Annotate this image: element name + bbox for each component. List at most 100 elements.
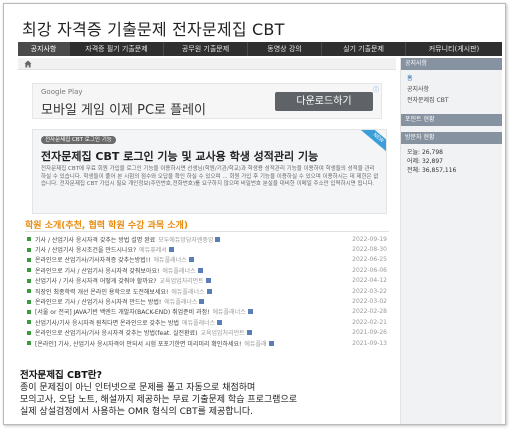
visitor-stats: 오늘: 26,798 어제: 32,897 전체: 36,857,116	[401, 144, 502, 175]
list-item[interactable]: 온라인으로 산업기사/기사자격증 갖추는방법!! 에듀플래너스 2022-06-…	[25, 255, 387, 265]
attachment-icon	[268, 340, 274, 346]
list-item[interactable]: 온라인으로 기사 / 산업기사 응시자격 갖춰보아요! 에듀플래너스 2022-…	[25, 265, 387, 275]
post-list: 기사 / 산업기사 응시자격 갖추는 방법 설명 완료 모두에듀앙당자엔중앙 2…	[25, 234, 387, 348]
post-author: 에듀플래너스	[162, 267, 196, 275]
post-title[interactable]: 산업기사/기사 응시자격 원칙다면 온라인으로 갖추는 방법	[35, 318, 179, 327]
intro-line: 모의고사, 오답 노트, 해설까지 제공하는 무료 기출문제 학습 프로그램으로	[20, 395, 298, 405]
bullet-icon	[27, 257, 31, 262]
sidebar-visitor-header: 방문자 현황	[401, 132, 502, 144]
post-date: 2022-08-30	[352, 246, 387, 254]
ad-brand: Google Play	[41, 88, 83, 96]
sidebar-item-cbt[interactable]: 전자문제집 CBT	[407, 95, 502, 106]
ad-download-button[interactable]: 다운로드하기	[275, 92, 373, 111]
stat-total: 전체: 36,857,116	[407, 167, 457, 174]
post-date: 2022-06-25	[352, 256, 387, 264]
nav-item-video-lecture[interactable]: 동영상 강의	[248, 42, 322, 56]
ad-text[interactable]: 모바일 게임 이제 PC로 플레이	[41, 99, 206, 118]
post-title[interactable]: 온라인으로 기사 / 산업기사 응시자격 갖춰보아요!	[35, 266, 159, 275]
attachment-icon	[215, 236, 221, 242]
intro-line: 실제 상설검정에서 사용하는 OMR 형식의 CBT를 제공합니다.	[20, 407, 253, 417]
list-item[interactable]: 온라인으로 기사 / 산업기사 응시자격 만드는 방법! 에듀플래너스 2022…	[25, 296, 387, 306]
list-item[interactable]: [서울 or 전국] JAVA기반 백엔드 개발자(BACK-END) 취업준비…	[25, 307, 387, 317]
list-item[interactable]: 산업기사 / 기사 응시자격 어떻게 갖춰야 할까요? 교육업업처리먼트 202…	[25, 276, 387, 286]
promo-title[interactable]: 전자문제집 CBT 로그인 기능 및 교사용 학생 성적관리 기능	[41, 148, 318, 164]
list-item[interactable]: 직장인 최종학력 개선 온라인 용학으로 도전해보세요! 에듀플래너스 2022…	[25, 286, 387, 296]
nav-item-written-exam[interactable]: 자격증 필기 기출문제	[70, 42, 164, 56]
post-title[interactable]: 기사 / 산업기사 응시조건을 만드시나요?	[35, 245, 136, 254]
attachment-icon	[247, 309, 253, 315]
nav-item-civil-service[interactable]: 공무원 기출문제	[164, 42, 248, 56]
bullet-icon	[27, 309, 31, 314]
list-item[interactable]: 산업기사/기사 응시자격 원칙다면 온라인으로 갖추는 방법 에듀플래너스 20…	[25, 317, 387, 327]
browser-frame: 최강 자격증 기출문제 전자문제집 CBT 공지사항 자격증 필기 기출문제 공…	[3, 3, 506, 425]
post-author: 교육업업처리먼트	[200, 330, 245, 338]
nav-item-community[interactable]: 커뮤니티(게시판)	[406, 42, 502, 56]
list-item[interactable]: 기사 / 산업기사 응시자격 갖추는 방법 설명 완료 모두에듀앙당자엔중앙 2…	[25, 234, 387, 244]
bullet-icon	[27, 237, 31, 242]
ad-banner[interactable]: Google Play 모바일 게임 이제 PC로 플레이 다운로드하기 ⓘ	[32, 83, 382, 119]
intro-section: 전자문제집 CBT란? 종이 문제집이 아닌 인터넷으로 문제를 풀고 자동으로…	[20, 370, 398, 418]
sidebar-point-header: 포인트 현황	[401, 114, 502, 126]
post-author: 에듀퓨레서	[139, 247, 167, 255]
list-item[interactable]: 온라인으로 산업기사/기사 응시자격 갖추는 방법(feat. 실전환료) 교육…	[25, 328, 387, 338]
promo-tag: 전자문제집 CBT 로그인 기능	[41, 136, 116, 144]
post-title[interactable]: 온라인으로 산업기사/기사자격증 갖추는방법!!	[35, 255, 151, 264]
post-author: 에듀플래너스	[171, 288, 205, 296]
post-title[interactable]: 직장인 최종학력 개선 온라인 용학으로 도전해보세요!	[35, 287, 168, 296]
bullet-icon	[27, 320, 31, 325]
breadcrumb	[18, 58, 396, 70]
bullet-icon	[27, 268, 31, 273]
post-date: 2022-04-12	[352, 277, 387, 285]
bullet-icon	[27, 341, 31, 346]
post-author: 에듀플래	[244, 340, 267, 348]
post-title[interactable]: 온라인으로 기사 / 산업기사 응시자격 만드는 방법!	[35, 297, 161, 306]
bullet-icon	[27, 278, 31, 283]
post-title[interactable]: [서울 or 전국] JAVA기반 백엔드 개발자(BACK-END) 취업준비…	[35, 307, 210, 316]
attachment-icon	[246, 330, 252, 336]
stat-today: 오늘: 26,798	[407, 149, 443, 156]
nav-item-practical-exam[interactable]: 실기 기출문제	[322, 42, 406, 56]
info-icon[interactable]: ⓘ	[373, 85, 379, 94]
promo-card[interactable]: 전자문제집 CBT 로그인 기능 NEW 전자문제집 CBT 로그인 기능 및 …	[32, 129, 387, 214]
sidebar-links: 홈 공지사항 전자문제집 CBT	[401, 70, 502, 108]
stat-yesterday: 어제: 32,897	[407, 158, 443, 165]
post-date: 2022-03-22	[352, 287, 387, 295]
attachment-icon	[206, 288, 212, 294]
attachment-icon	[188, 257, 194, 263]
home-icon[interactable]	[24, 60, 32, 68]
post-date: 2022-06-06	[352, 266, 387, 274]
site-title[interactable]: 최강 자격증 기출문제 전자문제집 CBT	[22, 16, 285, 40]
section-divider	[25, 231, 389, 232]
post-date: 2022-03-02	[352, 298, 387, 306]
intro-heading: 전자문제집 CBT란?	[20, 370, 102, 381]
attachment-icon	[205, 278, 211, 284]
attachment-icon	[197, 267, 203, 273]
bullet-icon	[27, 330, 31, 335]
list-item[interactable]: [온라인] 기사, 산업기사 응시자격이 안되서 시험 포포기한면 미리미리 확…	[25, 338, 387, 348]
section-title[interactable]: 학원 소개(추천, 협력 학원 수강 과목 소개)	[25, 218, 188, 231]
sidebar-notice-header: 공지사항	[401, 58, 502, 70]
list-item[interactable]: 기사 / 산업기사 응시조건을 만드시나요? 에듀퓨레서 2022-08-30	[25, 244, 387, 254]
new-ribbon: NEW	[358, 130, 386, 157]
post-title[interactable]: 기사 / 산업기사 응시자격 갖추는 방법 설명 완료	[35, 235, 155, 244]
sidebar-item-notice[interactable]: 공지사항	[407, 84, 502, 95]
post-date: 2022-09-19	[352, 235, 387, 243]
post-title[interactable]: 온라인으로 산업기사/기사 응시자격 갖추는 방법(feat. 실전환료)	[35, 328, 197, 337]
intro-line: 종이 문제집이 아닌 인터넷으로 문제를 풀고 자동으로 채점하며	[20, 383, 256, 393]
attachment-icon	[168, 247, 174, 253]
post-author: 에듀플래너스	[212, 309, 246, 317]
post-author: 에듀플래너스	[164, 299, 198, 307]
post-title[interactable]: 산업기사 / 기사 응시자격 어떻게 갖춰야 할까요?	[35, 276, 157, 285]
attachment-icon	[217, 319, 223, 325]
post-date: 2021-09-26	[352, 329, 387, 337]
main-nav: 공지사항 자격증 필기 기출문제 공무원 기출문제 동영상 강의 실기 기출문제…	[18, 42, 502, 56]
post-title[interactable]: [온라인] 기사, 산업기사 응시자격이 안되서 시험 포포기한면 미리미리 확…	[35, 339, 241, 348]
bullet-icon	[27, 299, 31, 304]
nav-item-notice[interactable]: 공지사항	[18, 42, 70, 56]
promo-description: 전자문제집 CBT에 무료 회원 가입을 로그인 기능을 이용하시면 선생님(학…	[41, 166, 379, 187]
post-author: 교육업업처리먼트	[159, 278, 204, 286]
post-date: 2022-02-21	[352, 318, 387, 326]
bullet-icon	[27, 289, 31, 294]
bullet-icon	[27, 247, 31, 252]
sidebar-item-home[interactable]: 홈	[407, 73, 502, 84]
